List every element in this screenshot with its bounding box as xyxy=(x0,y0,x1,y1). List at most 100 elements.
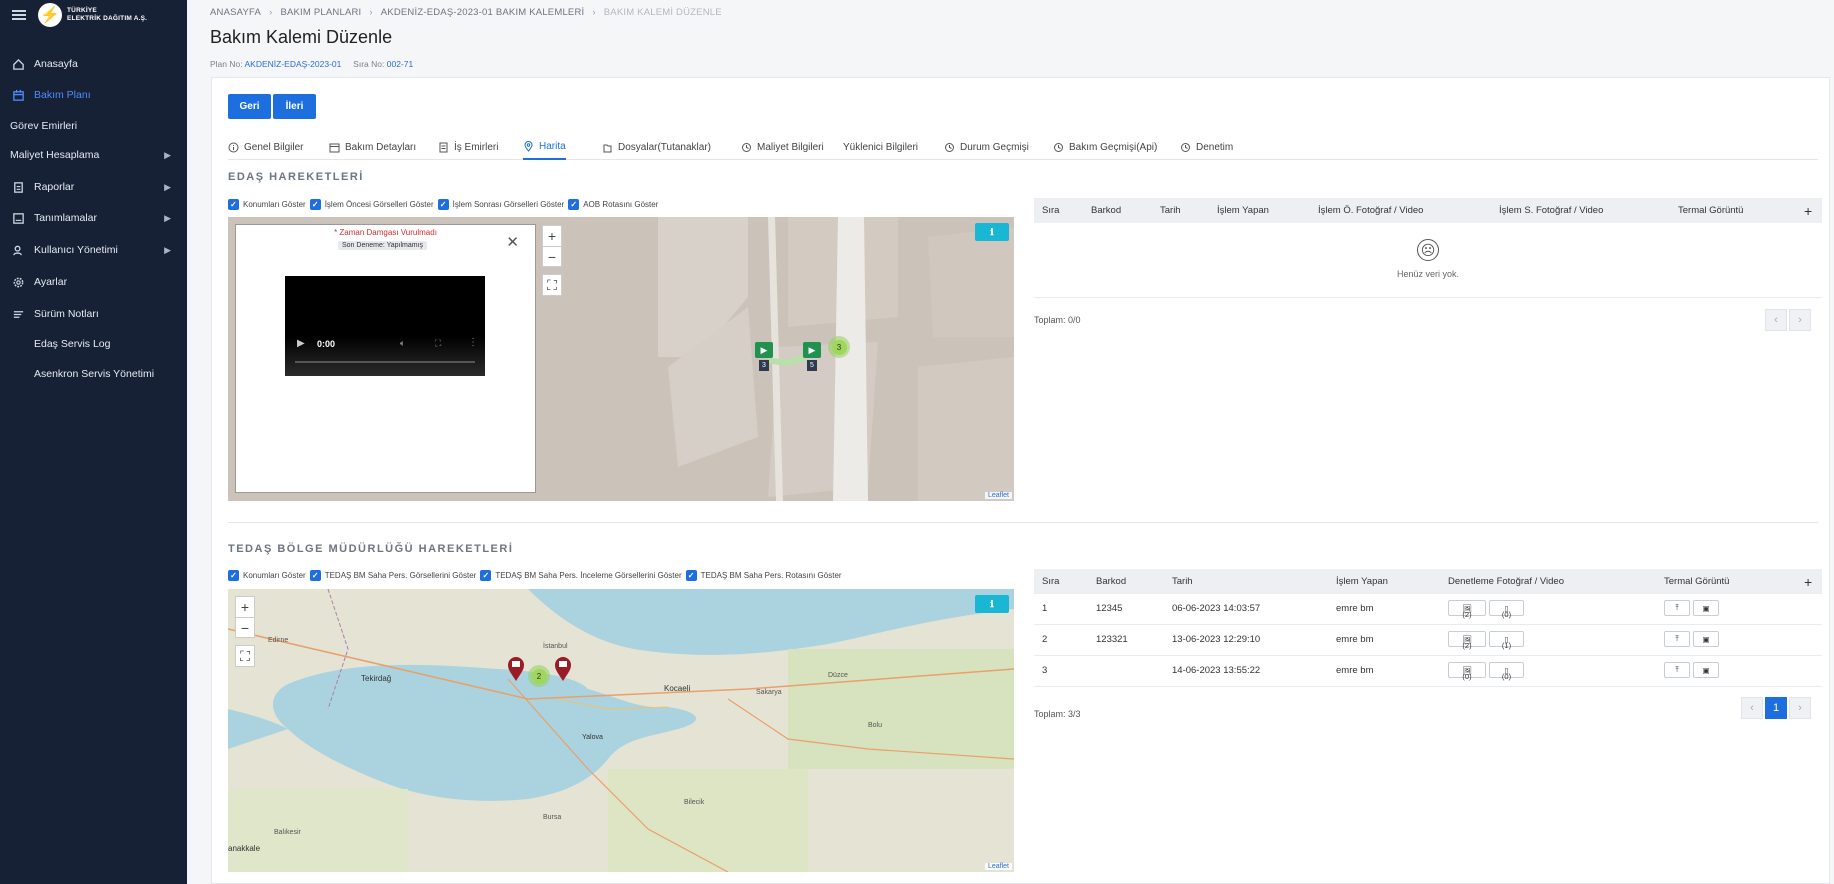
checkbox-konumlar[interactable]: ✓ xyxy=(228,199,239,210)
add-row-button[interactable]: + xyxy=(1804,574,1812,590)
map-marker-icon[interactable] xyxy=(554,657,572,681)
map-cluster[interactable]: 2 xyxy=(528,665,550,687)
next-page-button[interactable]: › xyxy=(1789,309,1811,331)
leaflet-attribution[interactable]: Leaflet xyxy=(984,863,1012,870)
video-marker-icon[interactable]: ▶ xyxy=(755,342,773,358)
zoom-out-button[interactable]: − xyxy=(235,617,255,637)
documents-button[interactable]: ▯ (0) xyxy=(1489,600,1524,619)
documents-button[interactable]: ▯ (0) xyxy=(1489,662,1524,681)
tab-harita[interactable]: Harita xyxy=(523,134,566,160)
checkbox-saha-rotasi[interactable]: ✓ xyxy=(685,570,697,581)
sidebar-item-edas-servis-log[interactable]: Edaş Servis Log xyxy=(0,333,187,355)
next-button[interactable]: İleri xyxy=(273,94,316,119)
breadcrumb-item[interactable]: BAKIM PLANLARI xyxy=(280,7,361,18)
brand-logo: ⚡ xyxy=(38,3,62,27)
zoom-out-button[interactable]: − xyxy=(542,246,562,266)
images-button[interactable]: 🖼︎ (2) xyxy=(1448,631,1486,650)
map-cluster[interactable]: 3 xyxy=(828,336,850,358)
sidebar-item-ayarlar[interactable]: Ayarlar xyxy=(0,271,187,293)
tedas-map[interactable]: Edirne Tekirdağ İstanbul Kocaeli Yalova … xyxy=(228,589,1014,872)
more-options-icon[interactable]: ⋮ xyxy=(468,337,478,348)
documents-button[interactable]: ▯ (1) xyxy=(1489,631,1524,650)
breadcrumb-item[interactable]: ANASAYFA xyxy=(210,7,261,18)
sidebar-item-bakim-plani[interactable]: Bakım Planı xyxy=(0,84,187,106)
fullscreen-icon[interactable]: ⛶ xyxy=(435,338,441,349)
prev-page-button[interactable]: ‹ xyxy=(1741,697,1763,719)
images-button[interactable]: 🖼︎ (2) xyxy=(1448,600,1486,619)
fullscreen-button[interactable]: ⛶ xyxy=(542,274,562,296)
page-number-button[interactable]: 1 xyxy=(1765,697,1787,719)
checkbox-saha-gorselleri[interactable]: ✓ xyxy=(309,570,321,581)
upload-icon[interactable]: ⤒ xyxy=(1664,631,1690,647)
zoom-in-button[interactable]: + xyxy=(235,597,255,617)
content-card: Geri İleri Genel Bilgiler Bakım Detaylar… xyxy=(211,77,1830,884)
gallery-icon[interactable]: ▣ xyxy=(1693,662,1719,678)
tab-yuklenici-bilgileri[interactable]: Yüklenici Bilgileri xyxy=(843,134,918,160)
checkbox-islem-sonrasi[interactable]: ✓ xyxy=(437,199,449,210)
tab-bakim-detaylari[interactable]: Bakım Detayları xyxy=(329,134,416,160)
breadcrumb-item[interactable]: AKDENİZ-EDAŞ-2023-01 BAKIM KALEMLERİ xyxy=(381,7,585,18)
hamburger-menu-icon[interactable] xyxy=(12,10,26,20)
calendar-icon xyxy=(11,88,25,102)
edas-checkbox-row: ✓ Konumları Göster ✓ İşlem Öncesi Görselle… xyxy=(228,199,662,210)
sad-face-icon: ☹ xyxy=(1417,239,1439,261)
tedas-total: Toplam: 3/3 xyxy=(1034,709,1081,719)
sidebar-item-raporlar[interactable]: Raporlar ▶ xyxy=(0,176,187,198)
chevron-right-icon: ▶ xyxy=(164,149,171,160)
status-badge: Son Deneme: Yapılmamış xyxy=(338,241,428,250)
sidebar-item-anasayfa[interactable]: Anasayfa xyxy=(0,53,187,75)
edas-total: Toplam: 0/0 xyxy=(1034,315,1081,325)
users-icon xyxy=(11,243,25,257)
close-icon[interactable]: ✕ xyxy=(506,233,519,251)
sidebar-item-kullanici-yonetimi[interactable]: Kullanıcı Yönetimi ▶ xyxy=(0,239,187,261)
history-icon xyxy=(741,142,752,153)
sidebar-header: ⚡ TÜRKİYE ELEKTRİK DAĞITIM A.Ş. xyxy=(0,0,187,30)
edas-map[interactable]: + − ⛶ ℹ ▶ 3 ▶ 5 3 Leaflet * Zaman Damgas… xyxy=(228,217,1014,501)
gallery-icon[interactable]: ▣ xyxy=(1693,600,1719,616)
tab-durum-gecmisi[interactable]: Durum Geçmişi xyxy=(944,134,1029,160)
gallery-icon[interactable]: ▣ xyxy=(1693,631,1719,647)
checkbox-aob-rotasi[interactable]: ✓ xyxy=(568,199,580,210)
upload-icon[interactable]: ⤒ xyxy=(1664,600,1690,616)
tab-genel-bilgiler[interactable]: Genel Bilgiler xyxy=(228,134,303,160)
tab-bar: Genel Bilgiler Bakım Detayları İş Emirle… xyxy=(228,134,1818,160)
tab-bakim-gecmisi-api[interactable]: Bakım Geçmişi(Api) xyxy=(1053,134,1157,160)
sidebar-item-surum-notlari[interactable]: Sürüm Notları xyxy=(0,303,187,325)
upload-icon[interactable]: ⤒ xyxy=(1664,662,1690,678)
checkbox-inceleme-gorselleri[interactable]: ✓ xyxy=(480,570,492,581)
table-row: 2 123321 13-06-2023 12:29:10 emre bm 🖼︎(… xyxy=(1034,625,1822,656)
video-progress[interactable] xyxy=(295,361,475,363)
images-button[interactable]: 🖼︎ (0) xyxy=(1448,662,1486,681)
map-marker-icon[interactable] xyxy=(507,657,525,681)
back-button[interactable]: Geri xyxy=(228,94,271,119)
map-info-button[interactable]: ℹ xyxy=(975,223,1009,241)
tab-denetim[interactable]: Denetim xyxy=(1180,134,1233,160)
add-row-button[interactable]: + xyxy=(1804,203,1812,219)
fullscreen-button[interactable]: ⛶ xyxy=(235,645,255,667)
sidebar-item-maliyet-hesaplama[interactable]: Maliyet Hesaplama ▶ xyxy=(0,144,187,166)
map-info-button[interactable]: ℹ xyxy=(975,595,1009,613)
prev-page-button[interactable]: ‹ xyxy=(1765,309,1787,331)
next-page-button[interactable]: › xyxy=(1789,697,1811,719)
document-icon xyxy=(438,142,449,153)
edas-table: Sıra Barkod Tarih İşlem Yapan İşlem Ö. F… xyxy=(1034,198,1822,298)
volume-icon[interactable]: 🔈︎ xyxy=(400,338,405,349)
tab-maliyet-bilgileri[interactable]: Maliyet Bilgileri xyxy=(741,134,824,160)
section-divider xyxy=(228,522,1818,523)
leaflet-attribution[interactable]: Leaflet xyxy=(984,492,1012,499)
list-icon xyxy=(11,211,25,225)
sidebar-item-asenkron-servis[interactable]: Asenkron Servis Yönetimi xyxy=(0,363,187,385)
tab-dosyalar[interactable]: Dosyalar(Tutanaklar) xyxy=(602,134,711,160)
play-icon[interactable]: ▶ xyxy=(297,338,305,349)
history-icon xyxy=(944,142,955,153)
sidebar-item-tanimlamalar[interactable]: Tanımlamalar ▶ xyxy=(0,207,187,229)
table-row: 3 14-06-2023 13:55:22 emre bm 🖼︎ (0) ▯ (0)… xyxy=(1034,656,1822,687)
checkbox-konumlar[interactable]: ✓ xyxy=(228,570,239,581)
tab-is-emirleri[interactable]: İş Emirleri xyxy=(438,134,498,160)
checkbox-islem-oncesi[interactable]: ✓ xyxy=(309,199,321,210)
video-marker-icon[interactable]: ▶ xyxy=(803,342,821,358)
zoom-in-button[interactable]: + xyxy=(542,226,562,246)
marker-count: 3 xyxy=(759,360,769,371)
sidebar-item-gorev-emirleri[interactable]: Görev Emirleri xyxy=(0,115,187,137)
video-player[interactable]: ▶ 0:00 🔈︎ ⛶ ⋮ xyxy=(285,276,485,376)
